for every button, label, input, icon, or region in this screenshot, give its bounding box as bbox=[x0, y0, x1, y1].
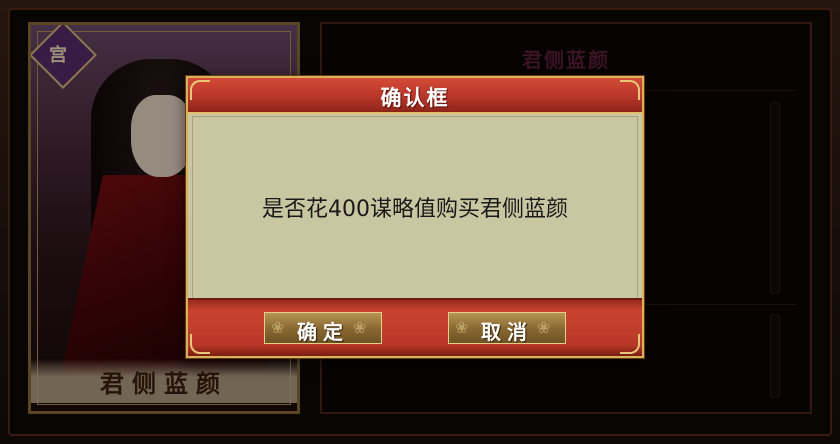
corner-ornament-icon bbox=[190, 80, 210, 100]
dialog-message: 是否花400谋略值购买君侧蓝颜 bbox=[262, 197, 568, 222]
corner-ornament-icon bbox=[620, 334, 640, 354]
confirm-button[interactable]: ❀ ❀ 确定 bbox=[264, 312, 382, 344]
corner-ornament-icon bbox=[190, 334, 210, 354]
dialog-body: 是否花400谋略值购买君侧蓝颜 bbox=[192, 116, 638, 300]
confirm-button-label: 确定 bbox=[297, 320, 349, 344]
dialog-title: 确认框 bbox=[380, 86, 450, 110]
confirm-dialog: 确认框 是否花400谋略值购买君侧蓝颜 ❀ ❀ 确定 ❀ ❀ 取消 bbox=[186, 76, 644, 358]
corner-ornament-icon bbox=[620, 80, 640, 100]
cancel-button[interactable]: ❀ ❀ 取消 bbox=[448, 312, 566, 344]
dialog-titlebar: 确认框 bbox=[188, 78, 642, 114]
dialog-footer: ❀ ❀ 确定 ❀ ❀ 取消 bbox=[188, 298, 642, 356]
cancel-button-label: 取消 bbox=[481, 320, 533, 344]
